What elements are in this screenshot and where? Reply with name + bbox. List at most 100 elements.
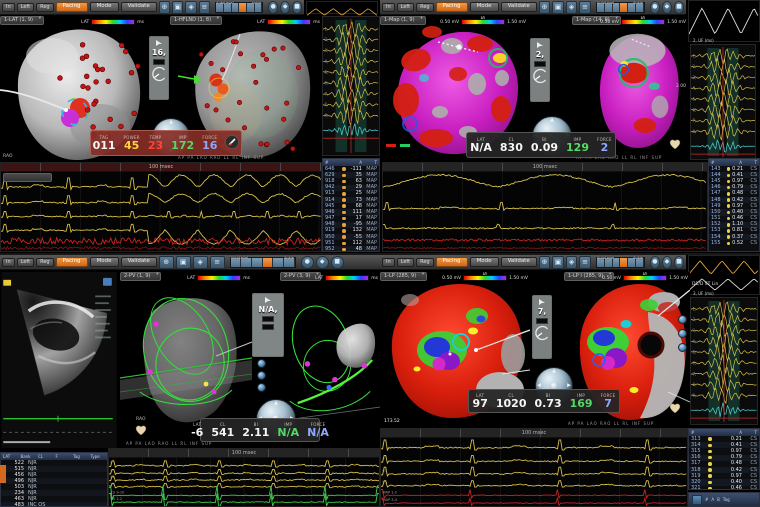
egm-review-panel[interactable]: 1,2,3,4,5,6,7,8,9, xyxy=(322,16,380,156)
channel-selector[interactable] xyxy=(3,173,52,182)
gating-panel[interactable]: 2, xyxy=(530,38,550,102)
toolbar-round-icon-0[interactable]: ● xyxy=(650,256,660,269)
toolbar-icon-3[interactable]: ≡ xyxy=(210,256,225,269)
toolbar-tab-2[interactable]: Reg xyxy=(416,3,434,12)
toolbar-tab-1[interactable]: Left xyxy=(17,258,34,267)
toolbar-icon-0[interactable]: ⊕ xyxy=(159,1,170,14)
lat-colorbar[interactable]: LAT ms xyxy=(81,19,144,25)
table-row[interactable]: 91325MAP xyxy=(323,191,379,197)
toolbar-tab-1[interactable]: Left xyxy=(397,3,414,12)
tool-button[interactable] xyxy=(678,343,687,352)
ecg-strip[interactable]: 100 msec xyxy=(0,162,322,252)
toolbar-round-icon-2[interactable]: ■ xyxy=(674,256,684,269)
ecg-strip[interactable]: 100 msec IIIIIIV1CS 9-10CS 1-2 xyxy=(108,448,380,507)
map-selector[interactable]: 1-LAT (1, 9)▾ xyxy=(0,16,44,25)
toolbar-round-icon-0[interactable]: ● xyxy=(301,256,314,269)
voltage-colorbar[interactable]: 0.50 mVBi1.50 mV xyxy=(602,275,688,281)
voltage-colorbar[interactable]: 0.50 mVBi1.50 mV xyxy=(440,19,526,25)
mode-button[interactable]: Mode xyxy=(470,2,499,13)
toolbar-icon-2[interactable]: ◈ xyxy=(566,1,578,14)
gating-panel[interactable]: 7, xyxy=(532,295,552,359)
level-segmented-control[interactable]: AutoLevelAnkle xyxy=(596,2,645,13)
table-row[interactable]: 1470.48CS xyxy=(709,191,759,197)
mode-button[interactable]: Mode xyxy=(90,257,119,268)
pacing-button[interactable]: Pacing xyxy=(56,2,88,13)
toolbar-icon-1[interactable]: ▣ xyxy=(552,256,564,269)
toolbar-round-icon-2[interactable]: ■ xyxy=(331,256,344,269)
lat-colorbar[interactable]: LATms xyxy=(187,275,250,281)
toolbar-icon-2[interactable]: ◈ xyxy=(566,256,578,269)
toolbar-icon-0[interactable]: ⊕ xyxy=(539,1,551,14)
map-selector[interactable]: 2-PV (1, 9)▾ xyxy=(120,272,161,281)
tool-button[interactable] xyxy=(678,315,687,324)
toolbar-icon-2[interactable]: ◈ xyxy=(185,1,196,14)
tool-button[interactable] xyxy=(257,371,266,380)
table-row[interactable]: 3210.46CS xyxy=(689,486,759,491)
toolbar-icon-3[interactable]: ≡ xyxy=(579,256,591,269)
pacing-button[interactable]: Pacing xyxy=(56,257,88,268)
list-item[interactable]: 483INC OS xyxy=(1,502,107,507)
egm-review-panel[interactable]: 3, UF (ms) 1,2,3,4,5,6,7,8,9, xyxy=(690,297,758,425)
lat-colorbar[interactable]: LATms xyxy=(315,275,378,281)
toolbar-round-icon-1[interactable]: ◆ xyxy=(316,256,329,269)
validate-button[interactable]: Validate xyxy=(121,2,157,13)
map-selector[interactable]: 1-HFLND (1, 8)▾ xyxy=(170,16,222,25)
voltage-colorbar[interactable]: 0.50 mVBi1.50 mV xyxy=(442,275,528,281)
table-tool-icon[interactable] xyxy=(692,495,702,505)
heart-orientation-icon[interactable] xyxy=(668,138,682,150)
ecg-strip[interactable]: 100 msec IIIV1V5MAP 1-2MAP 3-4 xyxy=(380,428,688,507)
toolbar-tab-2[interactable]: Reg xyxy=(36,3,54,12)
validate-button[interactable]: Validate xyxy=(121,257,157,268)
toolbar-tab-0[interactable]: In xyxy=(382,3,395,12)
toolbar-tab-1[interactable]: Left xyxy=(17,3,34,12)
heart-orientation-icon[interactable] xyxy=(668,402,682,414)
validate-button[interactable]: Validate xyxy=(501,2,537,13)
level-segmented-control[interactable]: AutoLevelAnkle xyxy=(230,257,296,268)
toolbar-icon-1[interactable]: ▣ xyxy=(552,1,564,14)
toolbar-icon-1[interactable]: ▣ xyxy=(176,256,191,269)
toolbar-icon-3[interactable]: ≡ xyxy=(199,1,210,14)
tool-button[interactable] xyxy=(257,359,266,368)
tool-button[interactable] xyxy=(257,383,266,392)
lat-colorbar[interactable]: LATms xyxy=(257,19,320,25)
level-segmented-control[interactable]: AutoLevelAnkle xyxy=(215,2,263,13)
toolbar-icon-2[interactable]: ◈ xyxy=(193,256,208,269)
map-selector[interactable]: 1-Map (1, 9)▾ xyxy=(380,16,426,25)
map-selector[interactable]: 1-LP (285, 9)▾ xyxy=(380,272,427,281)
toolbar-tab-2[interactable]: Reg xyxy=(36,258,54,267)
table-row[interactable]: 95248MAP xyxy=(323,246,379,252)
toolbar-round-icon-1[interactable]: ◆ xyxy=(662,1,672,14)
toolbar-tab-1[interactable]: Left xyxy=(397,258,414,267)
toolbar-tab-2[interactable]: Reg xyxy=(416,258,434,267)
toolbar-tab-0[interactable]: In xyxy=(2,3,15,12)
voltage-colorbar[interactable]: 0.50 mVBi1.50 mV xyxy=(600,19,686,25)
toolbar-round-icon-2[interactable]: ■ xyxy=(674,1,684,14)
toolbar-round-icon-2[interactable]: ■ xyxy=(292,1,302,14)
toolbar-round-icon-1[interactable]: ◆ xyxy=(662,256,672,269)
toolbar-icon-0[interactable]: ⊕ xyxy=(159,256,174,269)
table-row[interactable]: 1550.52CS xyxy=(709,240,759,246)
pacing-button[interactable]: Pacing xyxy=(436,257,468,268)
ultrasound-view[interactable] xyxy=(0,272,118,448)
ecg-strip[interactable]: 100 msec xyxy=(382,162,708,252)
toolbar-icon-0[interactable]: ⊕ xyxy=(539,256,551,269)
validate-button[interactable]: Validate xyxy=(501,257,537,268)
gating-panel[interactable]: 16, xyxy=(149,36,169,100)
toolbar-tab-0[interactable]: In xyxy=(2,258,15,267)
tool-button[interactable] xyxy=(678,329,687,338)
level-segmented-control[interactable]: AutoLevelAnkle xyxy=(596,257,645,268)
heart-orientation-icon[interactable] xyxy=(134,424,148,436)
toolbar-round-icon-0[interactable]: ● xyxy=(268,1,278,14)
table-row[interactable]: 3170.48CS xyxy=(689,461,759,467)
orientation-buttons[interactable]: AP PA LAO RAO LL RL INF SUP xyxy=(126,441,212,446)
mode-button[interactable]: Mode xyxy=(90,2,119,13)
toolbar-icon-1[interactable]: ▣ xyxy=(172,1,183,14)
mode-button[interactable]: Mode xyxy=(470,257,499,268)
toolbar-icon-3[interactable]: ≡ xyxy=(579,1,591,14)
toolbar-tab-0[interactable]: In xyxy=(382,258,395,267)
pacing-button[interactable]: Pacing xyxy=(436,2,468,13)
gating-panel[interactable]: N/A, xyxy=(252,293,284,357)
egm-review-panel[interactable]: 2, UF (ms) 1,2,3,4,5,6,7,8, xyxy=(690,44,756,160)
toolbar-round-icon-1[interactable]: ◆ xyxy=(280,1,290,14)
toolbar-round-icon-0[interactable]: ● xyxy=(650,1,660,14)
